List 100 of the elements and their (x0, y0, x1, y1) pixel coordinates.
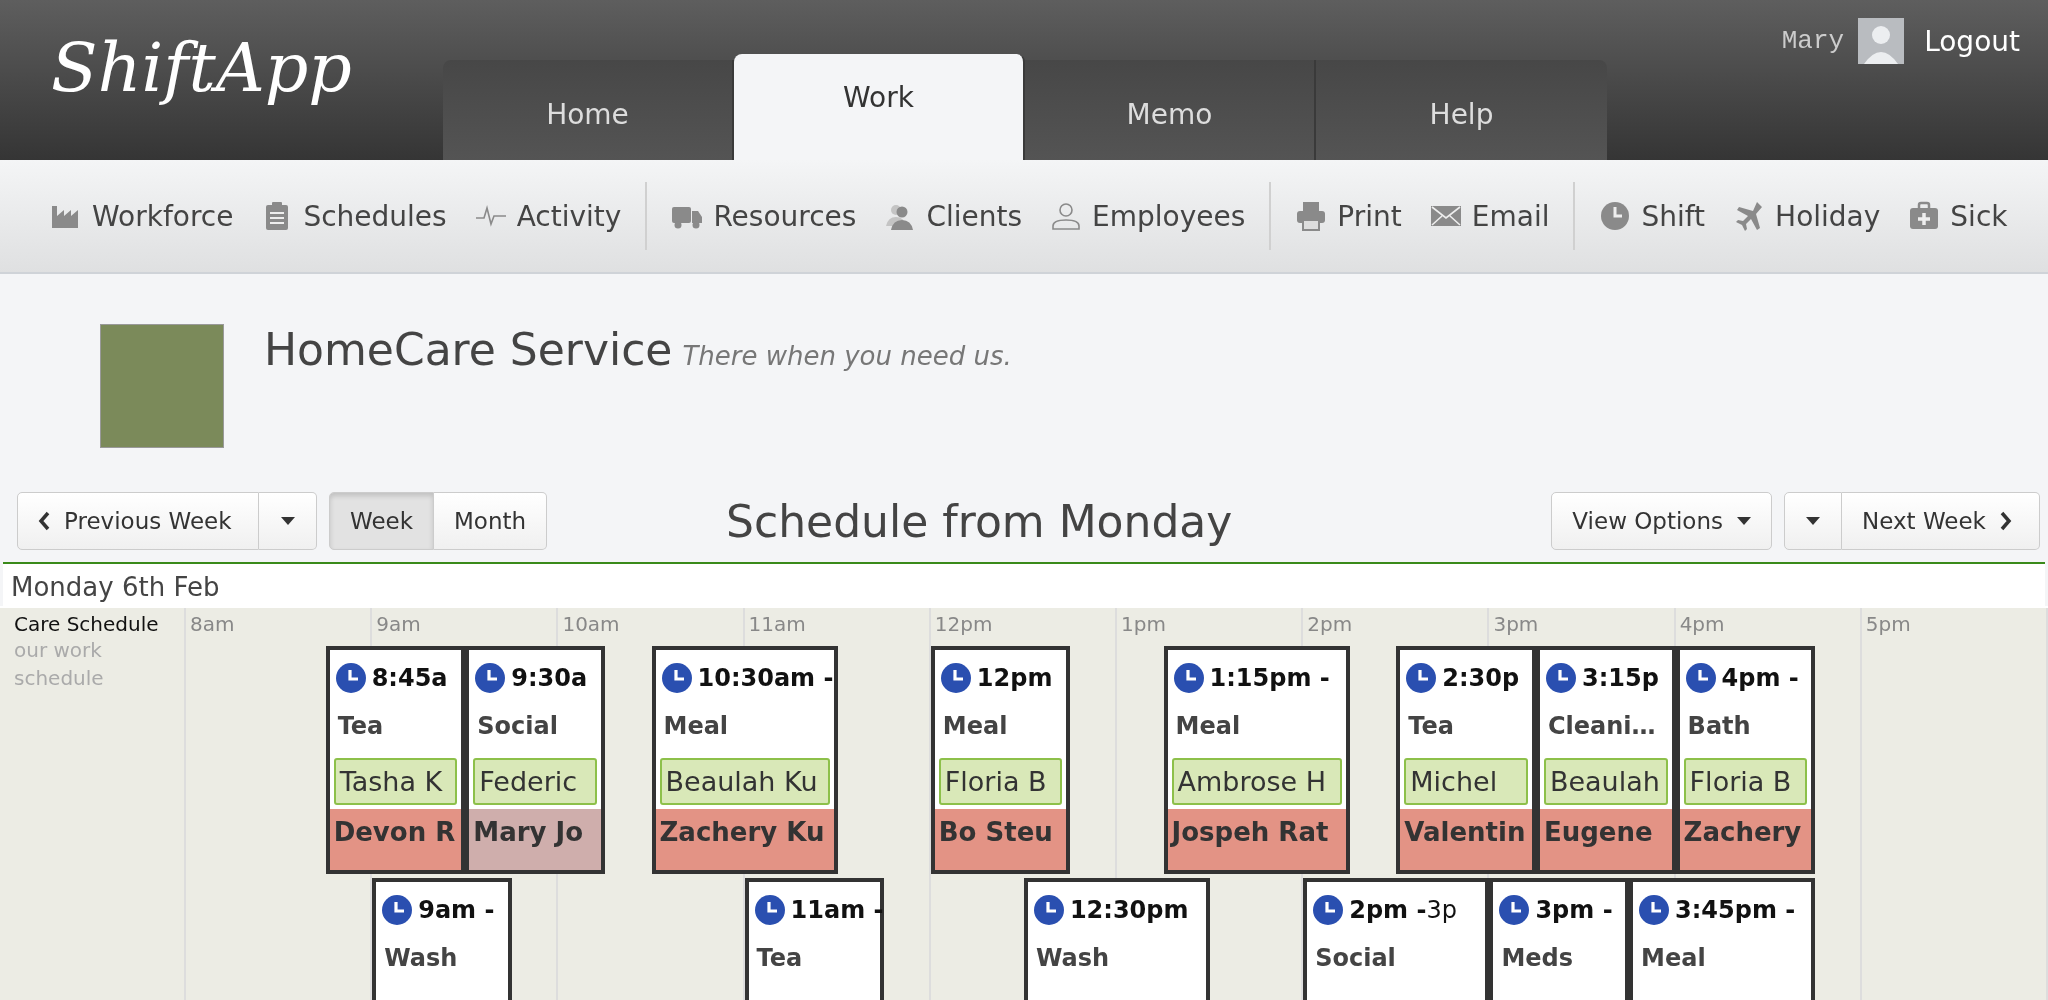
shift-task: Social (476, 711, 559, 742)
medkit-icon (1908, 200, 1941, 232)
person-icon (1050, 200, 1083, 232)
nav-tab[interactable]: Memo (1025, 60, 1316, 160)
view-options-button[interactable]: View Options (1551, 492, 1772, 550)
client-tag: Beaulah Ku (659, 758, 830, 805)
shift-task: Tea (1407, 711, 1455, 742)
dropdown-button[interactable] (1784, 492, 1842, 550)
shift-time: 3pm - (1535, 896, 1613, 924)
shift-card[interactable]: 3:45pm - Meal (1629, 878, 1816, 1000)
shift-card[interactable]: 2pm -3p Social (1303, 878, 1490, 1000)
hour-label: 9am (376, 612, 421, 636)
shift-time: 3:45pm - (1675, 896, 1796, 924)
clock-icon (1033, 895, 1064, 925)
toolbar-button[interactable]: Resources (659, 193, 869, 239)
chevron-right-icon (1999, 511, 2012, 531)
employee-bar: Bo Steu (934, 809, 1067, 870)
clock-icon (754, 895, 785, 925)
employee-bar: Valentin (1400, 809, 1532, 870)
toolbar-button[interactable]: Activity (462, 193, 634, 239)
shift-task: Wash (1034, 943, 1111, 974)
shift-card[interactable]: 4pm - Bath Floria B Zachery (1675, 646, 1816, 874)
shift-card[interactable]: 3:15p Cleani… Beaulah Eugene (1535, 646, 1676, 874)
employee-bar: Zachery (1679, 809, 1812, 870)
shift-card[interactable]: 8:45a Tea Tasha K Devon R (325, 646, 466, 874)
chevron-left-icon (38, 511, 50, 531)
clock-icon (1545, 663, 1576, 693)
schedule-description: our work schedule (14, 637, 105, 692)
nav-tab[interactable]: Work (734, 54, 1025, 160)
next-week-button[interactable]: Next Week (1842, 492, 2040, 550)
hour-label: 8am (190, 612, 235, 636)
shift-card[interactable]: 2:30p Tea Michel Valentin (1396, 646, 1536, 874)
client-tag: Tasha K (333, 758, 458, 805)
view-toggle[interactable]: Week (329, 492, 434, 550)
toolbar-button[interactable]: Sick (1896, 193, 2020, 239)
employee-bar: Zachery Ku (655, 809, 834, 870)
printer-icon (1295, 200, 1328, 232)
shift-time: 1:15pm - (1209, 664, 1330, 692)
shift-card[interactable]: 1:15pm - Meal Ambrose H Jospeh Rat (1163, 646, 1350, 874)
hour-label: 10am (562, 612, 620, 636)
shift-card[interactable]: 3pm - Meds (1489, 878, 1630, 1000)
client-tag: Ambrose H (1171, 758, 1342, 805)
client-tag: Federic (473, 758, 597, 805)
shift-card[interactable]: 9am - Wash (372, 878, 512, 1000)
clock-icon (1599, 200, 1632, 232)
toolbar-button[interactable]: Email (1417, 193, 1562, 239)
caret-icon (1806, 517, 1820, 525)
shift-task: Meal (1640, 943, 1707, 974)
toolbar-button[interactable]: Shift (1587, 193, 1718, 239)
clock-icon (661, 663, 692, 693)
hour-label: 5pm (1865, 612, 1911, 636)
caret-icon (1737, 517, 1751, 525)
shift-time: 12pm (976, 664, 1053, 692)
shift-task: Meal (941, 711, 1009, 742)
shift-time: 3:15p (1581, 664, 1659, 692)
nav-tab[interactable]: Help (1316, 60, 1607, 160)
previous-week-button[interactable]: Previous Week (17, 492, 259, 550)
nav-tab[interactable]: Home (443, 60, 734, 160)
hour-label: 3pm (1493, 612, 1539, 636)
shift-card[interactable]: 9:30a Social Federic Mary Jo (465, 646, 605, 874)
toolbar-button[interactable]: Holiday (1721, 193, 1893, 239)
shift-time: 2:30p (1442, 664, 1520, 692)
employee-bar: Devon R (329, 809, 462, 870)
shift-task: Wash (383, 943, 459, 974)
shift-task: Meal (662, 711, 730, 742)
client-tag: Floria B (938, 758, 1063, 805)
app-logo[interactable]: ShiftApp (0, 28, 443, 107)
caret-icon (280, 517, 295, 525)
clock-icon (1313, 895, 1344, 925)
avatar-icon (1858, 18, 1905, 64)
toolbar-button[interactable]: Clients (872, 193, 1035, 239)
employee-bar: Jospeh Rat (1167, 809, 1346, 870)
schedule-name: Care Schedule (14, 612, 160, 636)
toolbar-button[interactable]: Print (1283, 193, 1414, 239)
clock-icon (1173, 663, 1204, 693)
shift-card[interactable]: 12:30pm Wash (1023, 878, 1211, 1000)
shift-card[interactable]: 12pm Meal Floria B Bo Steu (930, 646, 1071, 874)
shift-task: Social (1314, 943, 1397, 974)
toolbar-button[interactable]: Workforce (38, 193, 246, 239)
day-heading: Monday 6th Feb (3, 562, 2045, 606)
toolbar-button[interactable]: Schedules (249, 193, 459, 239)
shift-card[interactable]: 10:30am - Meal Beaulah Ku Zachery Ku (651, 646, 838, 874)
employee-bar: Mary Jo (469, 809, 601, 870)
dropdown-button[interactable] (259, 492, 317, 550)
shift-time: 9:30a (511, 664, 588, 692)
shift-time: 12:30pm (1069, 896, 1189, 924)
clock-icon (1406, 663, 1437, 693)
shift-task: Tea (336, 711, 385, 742)
view-toggle[interactable]: Month (434, 492, 548, 550)
shift-task: Cleani… (1546, 711, 1657, 742)
clock-icon (335, 663, 366, 693)
client-tag: Beaulah (1543, 758, 1668, 805)
company-name: HomeCare Service (264, 324, 673, 375)
logout-link[interactable]: Logout (1924, 24, 2020, 58)
hour-label: 1pm (1121, 612, 1166, 636)
clock-icon (382, 895, 413, 925)
hour-label: 2pm (1307, 612, 1353, 636)
clock-icon (1499, 895, 1530, 925)
shift-time: 10:30am - (697, 664, 834, 692)
toolbar-button[interactable]: Employees (1038, 193, 1258, 239)
